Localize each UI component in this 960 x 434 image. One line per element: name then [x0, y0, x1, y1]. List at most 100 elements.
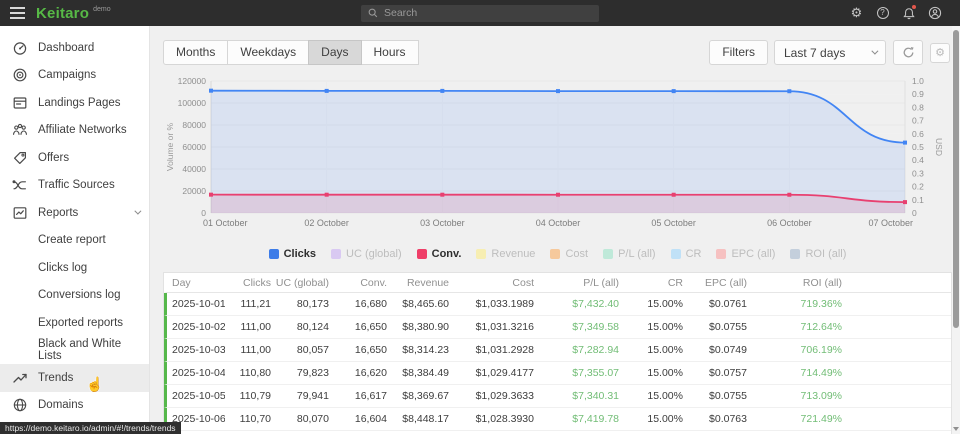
- legend-item[interactable]: CR: [671, 248, 702, 260]
- table-cell: 721.49%: [747, 408, 842, 430]
- column-header[interactable]: Day: [167, 273, 225, 292]
- legend-item[interactable]: UC (global): [331, 248, 402, 260]
- trends-chart: 00.10.20.30.40.50.60.70.80.91.0020000400…: [163, 71, 952, 242]
- svg-text:0.4: 0.4: [912, 155, 924, 165]
- sidebar-item-label: Traffic Sources: [38, 179, 115, 191]
- table-cell: 110,80: [225, 362, 271, 384]
- sidebar-item[interactable]: Reports: [0, 199, 149, 227]
- svg-text:02 October: 02 October: [304, 218, 349, 228]
- account-icon[interactable]: [927, 6, 942, 21]
- column-header[interactable]: ROI (all): [747, 273, 842, 292]
- svg-text:40000: 40000: [182, 164, 206, 174]
- column-header[interactable]: Revenue: [387, 273, 449, 292]
- report-settings-button[interactable]: ⚙: [930, 43, 950, 63]
- sidebar-item[interactable]: Create report: [0, 227, 149, 255]
- table-cell: $0.0757: [683, 362, 747, 384]
- table-cell: 719.36%: [747, 293, 842, 315]
- period-tab[interactable]: Weekdays: [227, 40, 309, 65]
- column-header[interactable]: Clicks: [225, 273, 271, 292]
- svg-text:07 October: 07 October: [868, 218, 913, 228]
- chevron-down-icon: [871, 48, 878, 55]
- table-cell: 110,79: [225, 385, 271, 407]
- table-row[interactable]: 2025-10-03111,0080,05716,650$8,314.23$1,…: [164, 339, 951, 362]
- sidebar-item-icon: [12, 205, 28, 221]
- table-header-row: DayClicksUC (global)Conv.RevenueCostP/L …: [164, 273, 951, 293]
- legend-item[interactable]: Cost: [550, 248, 588, 260]
- legend-item[interactable]: ROI (all): [790, 248, 846, 260]
- column-header[interactable]: Cost: [449, 273, 534, 292]
- table-cell: $1,029.3633: [449, 385, 534, 407]
- table-cell: 15.00%: [619, 293, 683, 315]
- date-range-select[interactable]: Last 7 days: [774, 40, 886, 65]
- sidebar-item-label: Landings Pages: [38, 97, 120, 109]
- trends-table: DayClicksUC (global)Conv.RevenueCostP/L …: [163, 272, 952, 434]
- sidebar-item[interactable]: Exported reports: [0, 309, 149, 337]
- table-cell: $0.0755: [683, 316, 747, 338]
- hamburger-menu-icon[interactable]: [0, 0, 34, 26]
- legend-item[interactable]: Clicks: [269, 248, 316, 260]
- sidebar-item-icon: [12, 67, 28, 83]
- scrollbar-down-arrow[interactable]: [953, 427, 959, 431]
- table-cell: $7,355.07: [534, 362, 619, 384]
- table-row[interactable]: 2025-10-06110,7080,07016,604$8,448.17$1,…: [164, 408, 951, 431]
- period-tab[interactable]: Days: [308, 40, 361, 65]
- legend-item[interactable]: EPC (all): [716, 248, 775, 260]
- table-cell: 16,604: [329, 408, 387, 430]
- table-cell: $1,033.1989: [449, 293, 534, 315]
- sidebar-item[interactable]: Dashboard: [0, 34, 149, 62]
- period-tab[interactable]: Months: [163, 40, 228, 65]
- table-row[interactable]: 2025-10-02111,0080,12416,650$8,380.90$1,…: [164, 316, 951, 339]
- svg-text:120000: 120000: [178, 76, 207, 86]
- legend-item[interactable]: P/L (all): [603, 248, 656, 260]
- svg-text:20000: 20000: [182, 186, 206, 196]
- person-circle-icon: [928, 6, 942, 20]
- sidebar-item-label: Exported reports: [38, 317, 123, 329]
- legend-label: Revenue: [491, 248, 535, 260]
- column-header[interactable]: UC (global): [271, 273, 329, 292]
- filters-button[interactable]: Filters: [709, 40, 768, 65]
- sidebar-item-label: Trends: [38, 372, 73, 384]
- help-icon[interactable]: ?: [875, 6, 890, 21]
- sidebar-item[interactable]: Campaigns: [0, 62, 149, 90]
- search-input[interactable]: Search: [361, 5, 599, 22]
- table-row[interactable]: 2025-10-01111,2180,17316,680$8,465.60$1,…: [164, 293, 951, 316]
- sidebar-item[interactable]: Affiliate Networks: [0, 117, 149, 145]
- sidebar-item[interactable]: Clicks log: [0, 254, 149, 282]
- settings-gear-icon[interactable]: ⚙: [849, 6, 864, 21]
- sidebar-item[interactable]: Black and White Lists: [0, 337, 149, 365]
- sidebar-item[interactable]: Trends: [0, 364, 149, 392]
- sidebar-item[interactable]: Traffic Sources: [0, 172, 149, 200]
- scrollbar-thumb[interactable]: [953, 30, 959, 328]
- sidebar-item[interactable]: Domains: [0, 392, 149, 420]
- legend-swatch: [790, 249, 800, 259]
- sidebar-item[interactable]: Conversions log: [0, 282, 149, 310]
- table-cell: $8,448.17: [387, 408, 449, 430]
- sidebar-item-label: Offers: [38, 152, 69, 164]
- period-tab[interactable]: Hours: [361, 40, 419, 65]
- notifications-bell-icon[interactable]: [901, 6, 916, 21]
- column-header[interactable]: EPC (all): [683, 273, 747, 292]
- main-content: Months Weekdays Days Hours Filters Last …: [151, 26, 952, 434]
- svg-text:04 October: 04 October: [536, 218, 581, 228]
- sidebar-item[interactable]: Offers: [0, 144, 149, 172]
- vertical-scrollbar[interactable]: [952, 26, 960, 434]
- search-icon: [368, 8, 378, 18]
- table-cell: 15.00%: [619, 408, 683, 430]
- svg-text:USD: USD: [934, 138, 942, 156]
- table-cell: 16,680: [329, 293, 387, 315]
- legend-label: UC (global): [346, 248, 402, 260]
- table-cell: 2025-10-01: [167, 293, 225, 315]
- legend-item[interactable]: Revenue: [476, 248, 535, 260]
- table-row[interactable]: 2025-10-04110,8079,82316,620$8,384.49$1,…: [164, 362, 951, 385]
- legend-label: Cost: [565, 248, 588, 260]
- column-header[interactable]: P/L (all): [534, 273, 619, 292]
- sidebar-item[interactable]: Landings Pages: [0, 89, 149, 117]
- legend-item[interactable]: Conv.: [417, 248, 462, 260]
- table-cell: $7,349.58: [534, 316, 619, 338]
- table-row[interactable]: 2025-10-05110,7979,94116,617$8,369.67$1,…: [164, 385, 951, 408]
- column-header[interactable]: CR: [619, 273, 683, 292]
- refresh-button[interactable]: [893, 40, 923, 65]
- table-cell: 111,21: [225, 293, 271, 315]
- column-header[interactable]: Conv.: [329, 273, 387, 292]
- svg-text:Volume or %: Volume or %: [165, 122, 175, 171]
